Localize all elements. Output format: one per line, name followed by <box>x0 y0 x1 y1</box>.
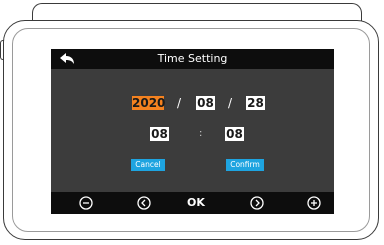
screen: Time Setting 2020 / 08 / 28 08 : 08 Canc… <box>51 49 334 214</box>
minus-circle-icon[interactable] <box>79 196 93 210</box>
day-field[interactable]: 28 <box>246 96 265 110</box>
confirm-button[interactable]: Confirm <box>226 159 264 171</box>
chevron-left-circle-icon[interactable] <box>137 196 151 210</box>
hour-field[interactable]: 08 <box>150 127 169 141</box>
minute-field[interactable]: 08 <box>225 127 244 141</box>
date-separator: / <box>177 96 182 110</box>
year-field[interactable]: 2020 <box>132 96 165 110</box>
time-separator: : <box>199 128 203 139</box>
cancel-button[interactable]: Cancel <box>131 159 165 171</box>
ok-button[interactable]: OK <box>187 192 205 214</box>
month-field[interactable]: 08 <box>196 96 215 110</box>
plus-circle-icon[interactable] <box>307 196 321 210</box>
chevron-right-circle-icon[interactable] <box>250 196 264 210</box>
nav-bar: OK <box>51 192 334 214</box>
title-bar: Time Setting <box>51 49 334 69</box>
date-separator: / <box>228 96 233 110</box>
page-title: Time Setting <box>157 52 228 65</box>
